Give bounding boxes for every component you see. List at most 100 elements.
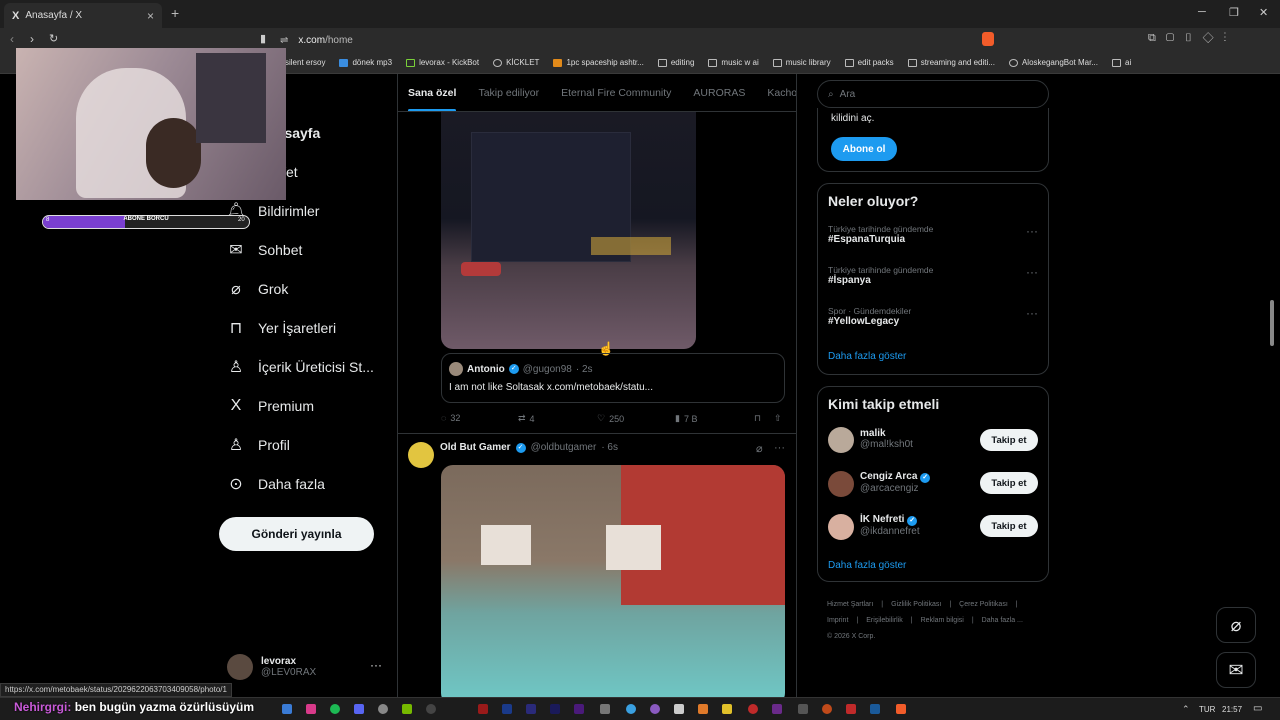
bookmark-item[interactable]: levorax - KickBot [406,58,479,67]
language-indicator[interactable]: TUR [1199,705,1215,714]
bookmark-folder[interactable]: ai [1112,58,1131,67]
photoshop-icon[interactable] [502,704,512,714]
nav-profile[interactable]: ♙ Profil [226,435,290,455]
tab-community[interactable]: Eternal Fire Community [561,80,671,111]
share-icon[interactable]: ⇧ [774,413,782,424]
avatar[interactable] [828,427,854,453]
bookmark-folder[interactable]: streaming and editi... [907,58,995,67]
tray-chevron-icon[interactable]: ⌃ [1182,704,1190,715]
grok-float-button[interactable]: ⌀ [1216,607,1256,643]
url-field[interactable]: ⇌ x.com/home [280,31,1000,50]
nav-chat[interactable]: ✉ Sohbet [226,240,302,260]
illustrator-icon[interactable] [478,704,488,714]
tab-kachow[interactable]: Kachow [767,80,796,111]
reload-icon[interactable]: ↻ [49,32,58,45]
post-button[interactable]: Gönderi yayınla [219,517,374,551]
bookmark-page-icon[interactable]: ▮ [260,32,266,45]
search-field[interactable]: ⌕ Ara [817,80,1049,108]
back-icon[interactable]: ‹ [10,32,14,46]
avatar[interactable] [408,442,434,468]
app-icon[interactable] [698,704,708,714]
app-icon[interactable] [822,704,832,714]
post-media-image[interactable] [441,112,696,349]
author-name[interactable]: Old But Gamer [440,442,511,453]
avatar[interactable] [828,471,854,497]
brave-shield-icon[interactable] [982,32,994,46]
premiere-icon[interactable] [574,704,584,714]
subscribe-button[interactable]: Abone ol [831,137,897,161]
nav-more[interactable]: ⊙ Daha fazla [226,474,325,494]
discord-icon[interactable] [354,704,364,714]
steam-icon[interactable] [870,704,880,714]
tab-for-you[interactable]: Sana özel [408,80,457,111]
trend-item[interactable]: Türkiye tarihinde gündemde #EspanaTurqui… [828,224,933,245]
reply-button[interactable]: ◌ 32 [441,413,460,423]
suggested-user[interactable]: Cengiz Arca ✓ @arcacengiz [860,471,931,494]
brave-icon[interactable] [896,704,906,714]
nav-creator-studio[interactable]: ♙ İçerik Üreticisi St... [226,357,374,377]
app-icon[interactable] [626,704,636,714]
app-icon[interactable] [674,704,684,714]
nav-bookmarks[interactable]: ⊓ Yer İşaretleri [226,318,336,338]
app-icon[interactable] [650,704,660,714]
views-button[interactable]: ▮ 7 B [675,413,697,424]
close-window-icon[interactable]: ✕ [1259,6,1268,19]
audition-icon[interactable] [550,704,560,714]
notifications-icon[interactable]: ▭ [1253,703,1262,714]
messages-float-button[interactable]: ✉ [1216,652,1256,688]
nvidia-icon[interactable] [402,704,412,714]
forward-icon[interactable]: › [30,32,34,46]
who-show-more[interactable]: Daha fazla göster [828,560,906,571]
app-icon[interactable] [722,704,732,714]
repost-button[interactable]: ⇄ 4 [518,413,535,424]
quoted-post[interactable] [441,353,785,403]
new-tab-button[interactable]: + [171,5,179,21]
scrollbar[interactable] [1270,300,1274,346]
bookmark-item[interactable]: dönek mp3 [339,58,392,67]
app-icon[interactable] [306,704,316,714]
nav-premium[interactable]: X Premium [226,396,314,416]
restore-icon[interactable]: ❐ [1229,6,1239,19]
obs-icon[interactable] [426,704,436,714]
trend-item[interactable]: Spor · Gündemdekiler #YellowLegacy [828,306,911,327]
bookmark-item[interactable]: 1pc spaceship ashtr... [553,58,644,67]
site-info-icon[interactable]: ⇌ [280,35,288,46]
close-tab-icon[interactable]: × [147,9,154,23]
app-icon[interactable] [798,704,808,714]
bookmark-folder[interactable]: editing [657,58,694,67]
browser-tab[interactable]: X Anasayfa / X × [4,3,162,28]
account-switcher[interactable]: levorax @LEV0RAX [227,654,316,680]
tab-following[interactable]: Takip ediliyor [478,80,539,111]
trend-menu-icon[interactable]: ··· [1026,265,1038,279]
bookmark-folder[interactable]: edit packs [844,58,894,67]
post-media-image[interactable] [441,465,785,705]
app-icon[interactable] [846,704,856,714]
trend-item[interactable]: Türkiye tarihinde gündemde #İspanya [828,265,933,286]
trend-menu-icon[interactable]: ··· [1026,306,1038,320]
account-menu-icon[interactable]: ··· [370,658,382,672]
spotify-icon[interactable] [330,704,340,714]
app-icon[interactable] [378,704,388,714]
bookmark-folder[interactable]: music library [772,58,831,67]
suggested-user[interactable]: malik @mal!ksh0t [860,428,913,450]
clock[interactable]: 21:57 [1222,705,1242,714]
bookmark-item[interactable]: KİCKLET [493,58,539,67]
follow-button[interactable]: Takip et [980,429,1038,451]
extensions-icon[interactable]: ⧉▢▯◇⋮ [1148,32,1236,45]
avatar[interactable] [828,514,854,540]
bookmark-item[interactable]: AloskegangBot Mar... [1008,58,1098,67]
bookmark-folder[interactable]: music w ai [708,58,759,67]
app-icon[interactable] [772,704,782,714]
post-menu-icon[interactable]: ··· [774,442,785,454]
like-button[interactable]: ♡ 250 [597,413,624,424]
media-encoder-icon[interactable] [526,704,536,714]
app-icon[interactable] [748,704,758,714]
grok-analyze-icon[interactable]: ⌀ [756,442,763,455]
minimize-icon[interactable]: ─ [1198,6,1206,18]
trends-show-more[interactable]: Daha fazla göster [828,351,906,362]
trend-menu-icon[interactable]: ··· [1026,224,1038,238]
bookmark-post-icon[interactable]: ⊓ [754,413,761,424]
follow-button[interactable]: Takip et [980,472,1038,494]
follow-button[interactable]: Takip et [980,515,1038,537]
suggested-user[interactable]: İK Nefreti ✓ @ikdannefret [860,514,920,537]
